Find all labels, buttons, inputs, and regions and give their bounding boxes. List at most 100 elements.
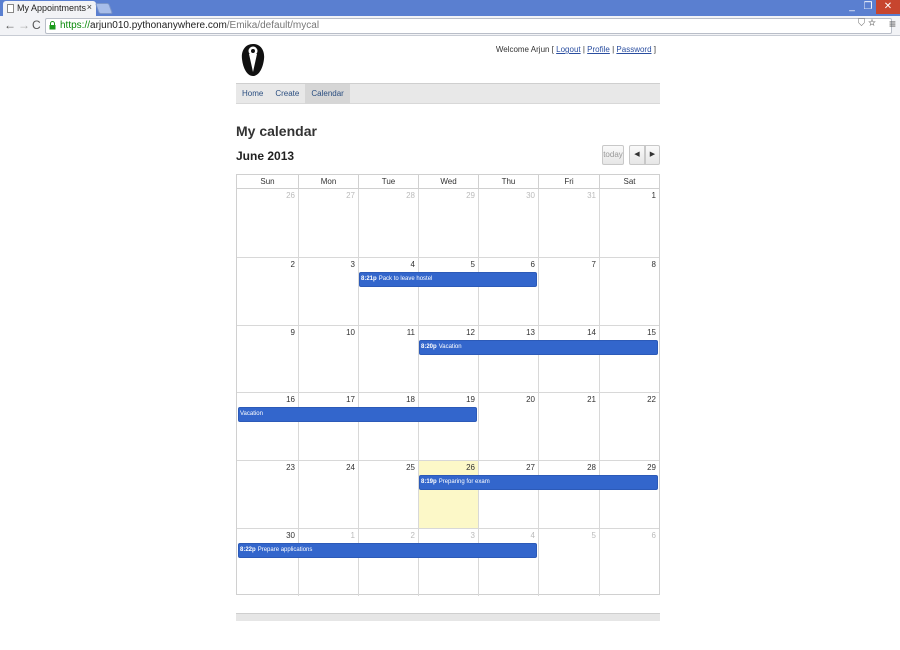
calendar-day-cell[interactable]: 18 — [358, 392, 418, 461]
calendar-day-cell[interactable]: 3 — [418, 528, 478, 596]
logout-link[interactable]: Logout — [556, 45, 580, 54]
calendar-day-cell[interactable]: 6 — [478, 256, 538, 325]
calendar-day-cell[interactable]: 3 — [298, 256, 358, 325]
maximize-button[interactable]: ❐ — [860, 0, 876, 14]
day-number: 15 — [647, 327, 656, 337]
calendar-event[interactable]: 8:22p Prepare applications — [238, 543, 537, 558]
browser-tab[interactable]: My Appointments × — [3, 1, 96, 16]
weekday-header-tue: Tue — [358, 175, 418, 189]
address-bar[interactable]: https://arjun010.pythonanywhere.com/Emik… — [45, 18, 892, 34]
calendar-day-cell[interactable]: 14 — [538, 324, 599, 393]
day-number: 17 — [346, 395, 355, 405]
calendar-day-cell[interactable]: 21 — [538, 392, 599, 461]
calendar-event[interactable]: 8:19p Preparing for exam — [419, 475, 658, 491]
day-number: 6 — [651, 531, 656, 540]
calendar-day-cell[interactable]: 7 — [538, 256, 599, 325]
weekday-header-sun: Sun — [260, 177, 275, 186]
calendar-day-cell[interactable]: 25 — [358, 460, 418, 528]
extension-icons[interactable]: ⛉ ☆ — [858, 18, 876, 29]
calendar-day-cell[interactable]: 24 — [298, 460, 358, 528]
event-title: Vacation — [240, 411, 263, 418]
calendar-day-cell[interactable]: 15 — [599, 324, 659, 393]
page-title: My calendar — [236, 123, 317, 139]
calendar-day-cell[interactable]: 10 — [298, 324, 358, 393]
calendar-day-cell[interactable]: 16 — [237, 392, 298, 460]
calendar-day-cell[interactable]: 8 — [599, 256, 659, 325]
calendar-day-cell[interactable]: 29 — [599, 460, 659, 528]
weekday-header-fri: Fri — [538, 175, 599, 189]
day-number: 29 — [466, 191, 475, 200]
profile-link[interactable]: Profile — [587, 45, 610, 54]
menu-icon[interactable]: ≡ — [889, 17, 896, 31]
calendar-day-cell[interactable]: 2 — [358, 528, 418, 596]
calendar-day-cell[interactable]: 4 — [478, 528, 538, 596]
password-link[interactable]: Password — [616, 45, 651, 54]
event-time: 8:21p — [361, 275, 377, 282]
prev-month-button[interactable]: ◀ — [629, 145, 645, 165]
day-number: 3 — [350, 259, 355, 269]
calendar-day-cell-today[interactable]: 26 — [418, 460, 478, 528]
calendar-day-cell[interactable]: 5 — [538, 528, 599, 596]
event-time: 8:22p — [240, 547, 256, 553]
calendar-day-cell[interactable]: 28 — [358, 189, 418, 257]
nav-calendar[interactable]: Calendar — [305, 84, 350, 104]
back-icon[interactable]: ← — [4, 18, 16, 32]
calendar-day-cell[interactable]: 30 — [237, 528, 298, 596]
next-month-button[interactable]: ▶ — [645, 145, 660, 165]
nav-home[interactable]: Home — [236, 84, 269, 104]
calendar-day-cell[interactable]: 19 — [418, 392, 478, 461]
welcome-suffix: ] — [653, 45, 656, 54]
new-tab-button[interactable] — [94, 3, 114, 14]
day-number: 4 — [530, 531, 535, 540]
calendar-day-cell[interactable]: 29 — [418, 189, 478, 257]
calendar-day-cell[interactable]: 27 — [298, 189, 358, 257]
nav-create[interactable]: Create — [269, 84, 305, 104]
day-number: 10 — [346, 327, 355, 337]
calendar-day-cell[interactable]: 17 — [298, 392, 358, 461]
day-number: 14 — [587, 327, 596, 337]
url-path: /Emika/default/mycal — [226, 20, 320, 31]
tab-close-icon[interactable]: × — [87, 2, 92, 12]
calendar-day-cell[interactable]: 2 — [237, 256, 298, 325]
calendar-day-cell[interactable]: 27 — [478, 460, 538, 528]
event-title: Vacation — [438, 343, 462, 350]
site-logo — [241, 44, 265, 76]
calendar-day-cell[interactable]: 6 — [599, 528, 659, 596]
calendar-day-cell[interactable]: 28 — [538, 460, 599, 528]
calendar-day-cell[interactable]: 13 — [478, 324, 538, 393]
day-number: 25 — [406, 463, 415, 473]
calendar-day-cell[interactable]: 30 — [478, 189, 538, 257]
welcome-text: Welcome Arjun [ Logout | Profile | Passw… — [496, 45, 656, 54]
day-number: 2 — [290, 259, 295, 269]
calendar-day-cell[interactable]: 26 — [237, 189, 298, 257]
triangle-left-icon: ◀ — [634, 151, 640, 158]
browser-toolbar: ← → C https://arjun010.pythonanywhere.co… — [0, 16, 900, 36]
calendar-day-cell[interactable]: 22 — [599, 392, 659, 461]
calendar-day-cell[interactable]: 12 — [418, 324, 478, 393]
day-number: 4 — [410, 259, 415, 269]
footer-bar — [236, 613, 660, 621]
calendar-event[interactable]: 8:21p Pack to leave hostel — [359, 271, 537, 287]
calendar-day-cell[interactable]: 5 — [418, 256, 478, 325]
calendar-day-cell[interactable]: 1 — [298, 528, 358, 596]
calendar-day-cell[interactable]: 9 — [237, 324, 298, 393]
calendar-day-cell[interactable]: 4 — [358, 256, 418, 325]
close-window-button[interactable]: ✕ — [876, 0, 900, 14]
calendar-day-cell[interactable]: 23 — [237, 460, 298, 528]
calendar-event[interactable]: 8:20p Vacation — [419, 339, 658, 355]
calendar-day-cell[interactable]: 11 — [358, 324, 418, 393]
day-number: 8 — [651, 259, 656, 269]
event-time: 8:20p — [421, 343, 437, 350]
calendar-day-cell[interactable]: 1 — [599, 189, 659, 257]
day-number: 22 — [647, 395, 656, 405]
calendar-event[interactable]: Vacation — [238, 407, 477, 423]
forward-icon[interactable]: → — [18, 18, 30, 32]
minimize-button[interactable]: _ — [844, 0, 860, 14]
calendar-day-cell[interactable]: 31 — [538, 189, 599, 257]
day-number: 9 — [290, 327, 295, 337]
weekday-header-mon: Mon — [298, 175, 358, 189]
today-button[interactable]: today — [602, 145, 624, 165]
reload-icon[interactable]: C — [32, 18, 41, 32]
browser-titlebar: My Appointments × _ ❐ ✕ — [0, 0, 900, 16]
calendar-day-cell[interactable]: 20 — [478, 392, 538, 461]
